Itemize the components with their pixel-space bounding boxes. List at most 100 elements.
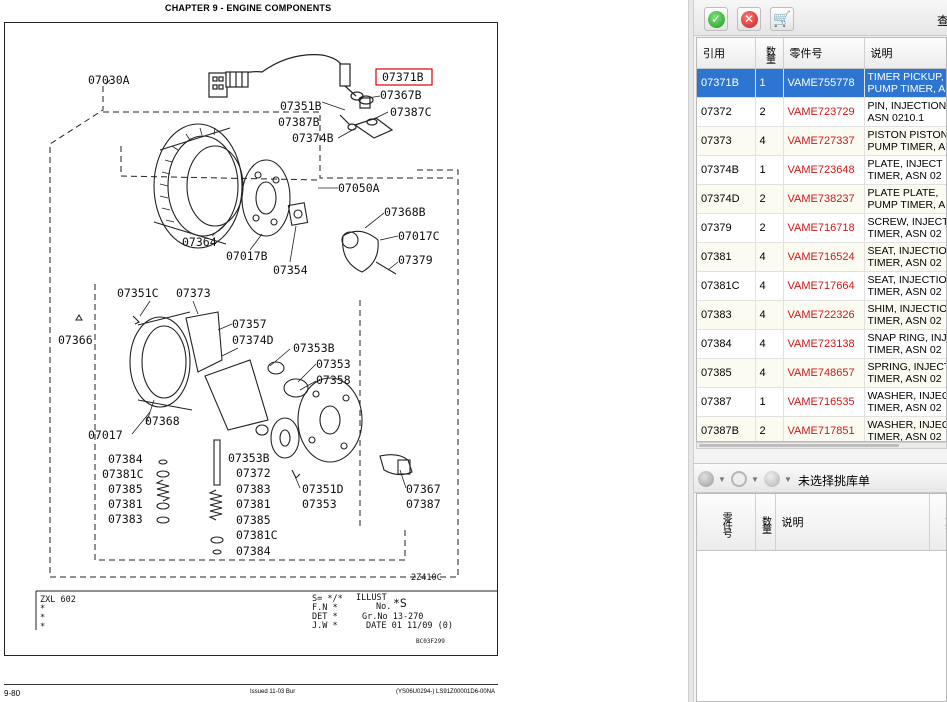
callout-07381-left[interactable]: 07381 [108, 497, 143, 511]
chevron-down-icon[interactable]: ▼ [718, 475, 726, 484]
callout-07367B[interactable]: 07367B [380, 88, 422, 102]
callout-07358[interactable]: 07358 [316, 373, 351, 387]
cell-ref: 07383 [697, 300, 756, 330]
cell-desc: PLATE, INJECT TIMER, ASN 02 [864, 155, 946, 185]
cell-desc: SPRING, INJECT TIMER, ASN 02 [864, 358, 946, 388]
callout-07357[interactable]: 07357 [232, 317, 267, 331]
table-row[interactable]: 07374B 1 VAME723648 PLATE, INJECT TIMER, AS… [697, 155, 946, 185]
cell-desc: SCREW, INJECT TIMER, ASN 02 [864, 213, 946, 243]
info-no: No. [376, 602, 391, 612]
table-row[interactable]: 07372 2 VAME723729 PIN, INJECTION ASN 0210.… [697, 97, 946, 127]
cell-ref: 07372 [697, 97, 756, 127]
callout-07354[interactable]: 07354 [273, 263, 308, 277]
pick-column-qty[interactable]: 数量 [755, 494, 776, 551]
callout-07381C-mid[interactable]: 07381C [236, 528, 278, 542]
chevron-down-icon[interactable]: ▼ [751, 475, 759, 484]
chevron-down-icon[interactable]: ▼ [784, 475, 792, 484]
cell-part-no: VAME738237 [783, 184, 865, 214]
cancel-button[interactable]: ✕ [737, 7, 761, 31]
pick-column-part-no[interactable]: 零件号 [697, 494, 756, 551]
column-header-ref[interactable]: 引用 [697, 38, 756, 69]
callout-07017C[interactable]: 07017C [398, 229, 440, 243]
callout-07384-mid[interactable]: 07384 [236, 544, 271, 558]
callout-07351D[interactable]: 07351D [302, 482, 344, 496]
confirm-button[interactable]: ✓ [704, 7, 728, 31]
callout-07379[interactable]: 07379 [398, 253, 433, 267]
callout-07374B[interactable]: 07374B [292, 131, 334, 145]
table-row[interactable]: 07387B 2 VAME717851 WASHER, INJEC TIMER, AS… [697, 416, 946, 441]
check-icon: ✓ [707, 10, 725, 28]
callout-07368[interactable]: 07368 [145, 414, 180, 428]
callout-07353B-mid[interactable]: 07353B [228, 451, 270, 465]
cell-desc: SEAT, INJECTIO TIMER, ASN 02 [864, 242, 946, 272]
cell-qty: 4 [755, 329, 784, 359]
add-icon[interactable] [764, 471, 780, 487]
callout-07373[interactable]: 07373 [176, 286, 211, 300]
callout-07353[interactable]: 07353 [316, 357, 351, 371]
callout-07387C[interactable]: 07387C [390, 105, 432, 119]
table-row[interactable]: 07381C 4 VAME717664 SEAT, INJECTIO TIMER, A… [697, 271, 946, 301]
callout-07353-bottom[interactable]: 07353 [302, 497, 337, 511]
table-row[interactable]: 07384 4 VAME723138 SNAP RING, INJ TIMER, AS… [697, 329, 946, 359]
horizontal-scrollbar[interactable] [696, 442, 947, 449]
pick-list-selector[interactable]: 未选择挑库单 [798, 472, 870, 489]
callout-07364[interactable]: 07364 [182, 235, 217, 249]
callout-07351B[interactable]: 07351B [280, 99, 322, 113]
cell-qty: 1 [755, 68, 784, 98]
cell-part-no: VAME716524 [783, 242, 865, 272]
pick-column-desc[interactable]: 说明 [775, 494, 930, 551]
table-row[interactable]: 07385 4 VAME748657 SPRING, INJECT TIMER, AS… [697, 358, 946, 388]
scrollbar-thumb[interactable] [699, 444, 899, 447]
callout-07385-left[interactable]: 07385 [108, 482, 143, 496]
cell-desc: SEAT, INJECTIO TIMER, ASN 02 [864, 271, 946, 301]
callout-07387[interactable]: 07387 [406, 497, 441, 511]
cell-desc: PIN, INJECTION ASN 0210.1 [864, 97, 946, 127]
small-code: BC03F299 [416, 638, 445, 645]
callout-07374D[interactable]: 07374D [232, 333, 274, 347]
table-row[interactable]: 07374D 2 VAME738237 PLATE PLATE, PUMP TIMER… [697, 184, 946, 214]
callout-07368B[interactable]: 07368B [384, 205, 426, 219]
cell-qty: 4 [755, 126, 784, 156]
callout-07372[interactable]: 07372 [236, 466, 271, 480]
callout-07353B-top[interactable]: 07353B [293, 341, 335, 355]
callout-07384-top[interactable]: 07384 [108, 452, 143, 466]
cell-part-no: VAME723138 [783, 329, 865, 359]
callout-07381C-top[interactable]: 07381C [102, 467, 144, 481]
cell-part-no: VAME722326 [783, 300, 865, 330]
cell-ref: 07374B [697, 155, 756, 185]
database-icon[interactable] [698, 471, 714, 487]
parts-table-container[interactable]: 引用 数量 零件号 说明 07371B 1 VAME755778 TIMER PICK… [696, 37, 947, 442]
column-header-qty[interactable]: 数量 [755, 38, 784, 69]
catalog-page-viewer[interactable]: CHAPTER 9 - ENGINE COMPONENTS 07030A 073… [0, 0, 688, 702]
table-row[interactable]: 07371B 1 VAME755778 TIMER PICKUP, PUMP TIME… [697, 68, 946, 98]
callout-07385-mid[interactable]: 07385 [236, 513, 271, 527]
table-row[interactable]: 07383 4 VAME722326 SHIM, INJECTIO TIMER, AS… [697, 300, 946, 330]
table-row[interactable]: 07387 1 VAME716535 WASHER, INJEC TIMER, ASN… [697, 387, 946, 417]
callout-07371B[interactable]: 07371B [382, 70, 424, 84]
callout-07381-mid[interactable]: 07381 [236, 497, 271, 511]
callout-07017[interactable]: 07017 [88, 428, 123, 442]
parts-panel: ✓ ✕ 🛒 查 引用 数量 零件号 说明 07371B 1 VAME755778… [694, 0, 947, 702]
column-header-desc[interactable]: 说明 [864, 38, 946, 69]
cell-ref: 07381C [697, 271, 756, 301]
callout-07367[interactable]: 07367 [406, 482, 441, 496]
callout-07030A[interactable]: 07030A [88, 73, 130, 87]
pick-list-table-container[interactable]: 零件号 数量 说明 重公 [696, 493, 947, 702]
refresh-icon[interactable] [731, 471, 747, 487]
callout-07366[interactable]: 07366 [58, 333, 93, 347]
table-row[interactable]: 07379 2 VAME716718 SCREW, INJECT TIMER, ASN… [697, 213, 946, 243]
callout-07383-left[interactable]: 07383 [108, 512, 143, 526]
callout-07351C[interactable]: 07351C [117, 286, 159, 300]
column-header-part-no[interactable]: 零件号 [783, 38, 865, 69]
pick-column-extra[interactable]: 重公 [929, 494, 946, 551]
table-row[interactable]: 07381 4 VAME716524 SEAT, INJECTIO TIMER, AS… [697, 242, 946, 272]
cell-ref: 07371B [697, 68, 756, 98]
callout-07383-mid[interactable]: 07383 [236, 482, 271, 496]
callout-07017B[interactable]: 07017B [226, 249, 268, 263]
table-row[interactable]: 07373 4 VAME727337 PISTON PISTON PUMP TIMER… [697, 126, 946, 156]
callout-07050A[interactable]: 07050A [338, 181, 380, 195]
issued-note: Issued 11-03 Bur [250, 689, 296, 695]
cell-ref: 07381 [697, 242, 756, 272]
callout-07387B-top[interactable]: 07387B [278, 115, 320, 129]
add-to-cart-button[interactable]: 🛒 [770, 7, 794, 31]
